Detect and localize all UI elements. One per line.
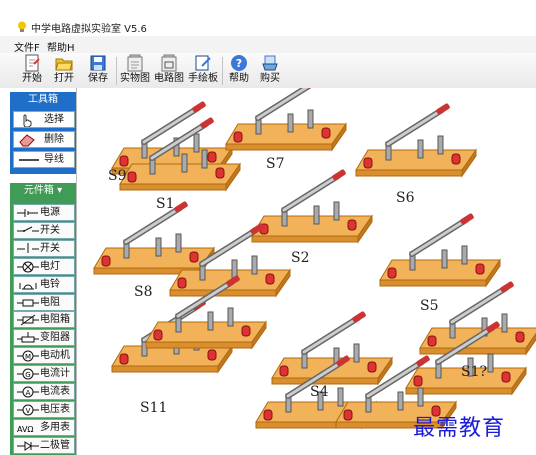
purchase-button[interactable]: 购买 xyxy=(256,54,284,88)
svg-text:?: ? xyxy=(236,57,242,70)
eraser-icon xyxy=(19,134,35,147)
save-disk-icon xyxy=(90,55,106,71)
switch-s5[interactable] xyxy=(379,213,501,288)
switch-label: S4 xyxy=(310,384,329,400)
galvanometer-symbol-icon: G xyxy=(17,368,39,380)
open-button[interactable]: 打开 xyxy=(50,54,78,88)
new-file-icon xyxy=(25,54,40,72)
hand-pointer-icon xyxy=(23,114,32,127)
tool-select[interactable]: 选择 xyxy=(13,111,75,128)
component-resistance-box[interactable]: 电阻箱 xyxy=(13,311,75,329)
component-galvanometer[interactable]: G 电流计 xyxy=(13,365,75,383)
svg-text:AVΩ: AVΩ xyxy=(17,425,34,434)
resistor-symbol-icon xyxy=(17,299,39,306)
switch-symbol-icon xyxy=(17,226,39,232)
menu-help[interactable]: 帮助H xyxy=(47,39,75,54)
toolbar: 开始 打开 保存 实物图 电路图 手绘板 ? 帮助 购买 xyxy=(0,53,536,89)
toolbox-header: 工具箱 xyxy=(28,94,58,105)
component-motor[interactable]: M 电动机 xyxy=(13,347,75,365)
component-resistor[interactable]: 电阻 xyxy=(13,293,75,311)
switch-label: S6 xyxy=(396,190,415,206)
diode-symbol-icon xyxy=(17,440,39,451)
title-bar: 中学电路虚拟实验室 V5.6 xyxy=(0,0,536,36)
switch-label: S1? xyxy=(461,364,488,380)
window-title: 中学电路虚拟实验室 V5.6 xyxy=(31,24,147,35)
switch-s2[interactable] xyxy=(251,169,373,244)
bell-symbol-icon xyxy=(19,282,37,290)
menu-bar: 文件F 帮助H xyxy=(0,36,536,54)
component-ammeter[interactable]: A 电流表 xyxy=(13,383,75,400)
circuit-canvas[interactable]: S9 S7 S6 S1 S2 S8 S5 S4 S11 S1? xyxy=(76,88,536,455)
component-switch[interactable]: 开关 xyxy=(13,221,75,239)
tool-delete[interactable]: 删除 xyxy=(13,131,75,148)
component-lamp[interactable]: 电灯 xyxy=(13,257,75,275)
battery-symbol-icon xyxy=(17,209,38,217)
rheostat-symbol-icon xyxy=(17,332,39,343)
svg-text:V: V xyxy=(26,407,31,415)
switch-vertical-symbol-icon xyxy=(17,242,39,253)
wire-line-icon xyxy=(19,159,39,161)
multimeter-symbol-icon: AVΩ xyxy=(17,425,34,434)
voltmeter-symbol-icon: V xyxy=(17,404,39,416)
save-button[interactable]: 保存 xyxy=(84,54,112,88)
component-rheostat[interactable]: 变阻器 xyxy=(13,329,75,347)
svg-text:A: A xyxy=(26,389,31,397)
components-panel: 元件箱 ▾ 电源 开关 开关 电灯 电铃 电阻 电阻箱 变阻器 M 电动机 G 电流计 A 电流表 V 电压表… xyxy=(10,183,76,455)
help-button[interactable]: ? 帮助 xyxy=(226,54,252,88)
circuit-diagram-icon xyxy=(161,54,177,72)
switch-label: S1 xyxy=(156,196,175,212)
switch-label: S8 xyxy=(134,284,153,300)
component-battery[interactable]: 电源 xyxy=(13,204,75,221)
switch-s7[interactable] xyxy=(225,88,347,152)
components-header[interactable]: 元件箱 ▾ xyxy=(10,183,76,199)
open-folder-icon xyxy=(55,58,73,71)
real-view-icon xyxy=(127,54,143,72)
help-icon: ? xyxy=(231,55,247,71)
switch-label: S2 xyxy=(291,250,310,266)
toolbox-panel: 工具箱 选择 删除 导线 xyxy=(10,92,76,174)
circuit-diagram-button[interactable]: 电路图 xyxy=(154,54,184,88)
switch-label: S5 xyxy=(420,298,439,314)
switch-s9[interactable] xyxy=(111,101,233,176)
toolbar-separator xyxy=(116,57,117,85)
chevron-down-icon: ▾ xyxy=(57,185,63,196)
motor-symbol-icon: M xyxy=(17,350,39,362)
purchase-icon xyxy=(262,55,278,71)
start-button[interactable]: 开始 xyxy=(18,54,46,88)
component-switch-vertical[interactable]: 开关 xyxy=(13,239,75,257)
switch-s6[interactable] xyxy=(355,103,477,178)
switch-label: S9 xyxy=(108,168,127,184)
switch-label: S11 xyxy=(140,400,168,416)
watermark-text: 最需教育 xyxy=(413,416,506,441)
switch-s1x[interactable] xyxy=(419,281,536,356)
svg-text:M: M xyxy=(25,353,31,361)
switch-s4[interactable] xyxy=(271,311,393,386)
resistance-box-symbol-icon xyxy=(17,314,39,326)
ammeter-symbol-icon: A xyxy=(17,386,39,398)
switch-s8[interactable] xyxy=(93,201,215,276)
svg-text:G: G xyxy=(25,371,30,379)
component-diode[interactable]: 二极管 xyxy=(13,436,75,454)
real-view-button[interactable]: 实物图 xyxy=(120,54,150,88)
component-voltmeter[interactable]: V 电压表 xyxy=(13,400,75,418)
tool-wire[interactable]: 导线 xyxy=(13,151,75,168)
lightbulb-icon xyxy=(18,21,26,32)
toolbar-separator xyxy=(222,57,223,85)
component-bell[interactable]: 电铃 xyxy=(13,275,75,293)
drawing-board-button[interactable]: 手绘板 xyxy=(188,54,218,88)
component-multimeter[interactable]: AVΩ 多用表 xyxy=(13,418,75,436)
drawing-board-icon xyxy=(195,55,211,71)
switch-label: S7 xyxy=(266,156,285,172)
menu-file[interactable]: 文件F xyxy=(14,39,40,54)
lamp-symbol-icon xyxy=(17,261,39,273)
